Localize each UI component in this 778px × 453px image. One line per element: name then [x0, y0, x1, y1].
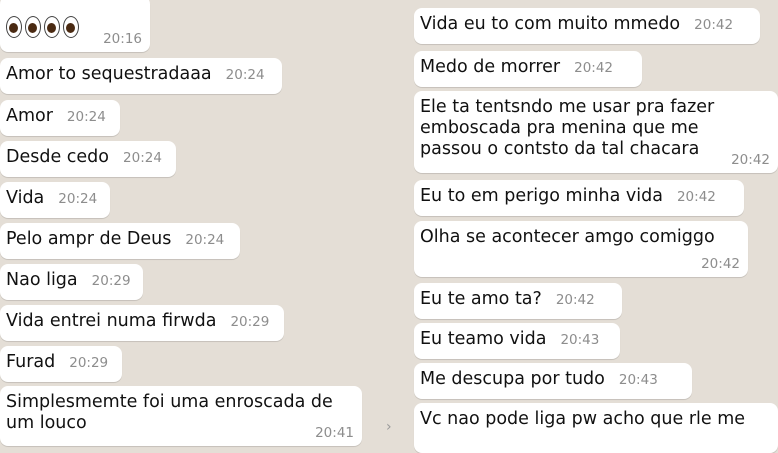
- message-text: Medo de morrer: [420, 57, 561, 77]
- message-bubble[interactable]: Eu teamo vida 20:43: [414, 323, 620, 359]
- message-time: 20:42: [701, 256, 740, 272]
- message-time: 20:42: [676, 189, 716, 205]
- message-time: 20:42: [555, 292, 595, 308]
- message-text: Pelo ampr de Deus: [6, 229, 172, 249]
- message-bubble[interactable]: Vida eu to com muito mmedo 20:42: [414, 8, 760, 44]
- message-time: 20:24: [58, 191, 98, 207]
- message-text: Vc nao pode liga pw acho que rle me: [420, 409, 746, 429]
- message-bubble[interactable]: Medo de morrer 20:42: [414, 51, 642, 87]
- message-bubble[interactable]: Eu to em perigo minha vida 20:42: [414, 180, 744, 216]
- message-text: Vida: [6, 188, 45, 208]
- message-bubble[interactable]: Simplesmemte foi uma enroscada de um lou…: [0, 386, 362, 446]
- message-time: 20:29: [91, 273, 131, 289]
- message-text: Eu teamo vida: [420, 329, 547, 349]
- message-text: Vida entrei numa firwda: [6, 311, 217, 331]
- message-time: 20:29: [69, 355, 109, 371]
- message-time: 20:24: [185, 232, 225, 248]
- message-text: Amor to sequestradaaa: [6, 64, 212, 84]
- message-time: 20:43: [560, 332, 600, 348]
- message-bubble[interactable]: Amor 20:24: [0, 100, 120, 136]
- message-bubble[interactable]: Me descupa por tudo 20:43: [414, 363, 692, 399]
- message-time: 20:41: [315, 425, 354, 441]
- message-bubble[interactable]: Amor to sequestradaaa 20:24: [0, 58, 282, 94]
- message-bubble[interactable]: Ele ta tentsndo me usar pra fazer embosc…: [414, 91, 778, 173]
- message-bubble[interactable]: Pelo ampr de Deus 20:24: [0, 223, 240, 259]
- message-time: 20:24: [123, 150, 162, 166]
- message-text: Ele ta tentsndo me usar pra fazer embosc…: [420, 97, 715, 159]
- message-text: Me descupa por tudo: [420, 369, 605, 389]
- message-text: Furad: [6, 352, 56, 372]
- incoming-messages-column: 20:16 Amor to sequestradaaa 20:24 Amor 20:…: [0, 0, 390, 446]
- message-time: 20:42: [694, 17, 734, 33]
- message-text: Simplesmemte foi uma enroscada de um lou…: [6, 392, 333, 433]
- message-bubble[interactable]: Furad 20:29: [0, 346, 122, 382]
- message-text: Desde cedo: [6, 147, 110, 167]
- message-bubble[interactable]: Desde cedo 20:24: [0, 141, 176, 177]
- scroll-down-chevron-icon[interactable]: ›: [386, 419, 392, 435]
- message-time: 20:24: [66, 109, 106, 125]
- message-bubble-eyes[interactable]: 20:16: [0, 0, 150, 52]
- message-time: 20:43: [618, 372, 658, 388]
- message-time: 20:24: [225, 67, 265, 83]
- message-bubble[interactable]: Olha se acontecer amgo comiggo 20:42: [414, 221, 748, 277]
- outgoing-messages-column: Vida eu to com muito mmedo 20:42 Medo de …: [404, 0, 778, 453]
- message-time: 20:42: [574, 60, 614, 76]
- message-text: Olha se acontecer amgo comiggo: [420, 227, 715, 247]
- message-text: Nao liga: [6, 270, 78, 290]
- message-text: Amor: [6, 106, 53, 126]
- message-text: Vida eu to com muito mmedo: [420, 14, 681, 34]
- message-bubble[interactable]: Vc nao pode liga pw acho que rle me: [414, 403, 778, 453]
- message-time: 20:16: [103, 31, 142, 47]
- message-bubble[interactable]: Vida entrei numa firwda 20:29: [0, 305, 284, 341]
- message-text: Eu to em perigo minha vida: [420, 186, 663, 206]
- message-time: 20:42: [731, 152, 770, 168]
- message-bubble[interactable]: Nao liga 20:29: [0, 264, 143, 300]
- eyes-emoji-icon: [6, 16, 82, 38]
- message-text: Eu te amo ta?: [420, 289, 542, 309]
- message-time: 20:29: [230, 314, 270, 330]
- message-bubble[interactable]: Eu te amo ta? 20:42: [414, 283, 622, 319]
- message-bubble[interactable]: Vida 20:24: [0, 182, 110, 218]
